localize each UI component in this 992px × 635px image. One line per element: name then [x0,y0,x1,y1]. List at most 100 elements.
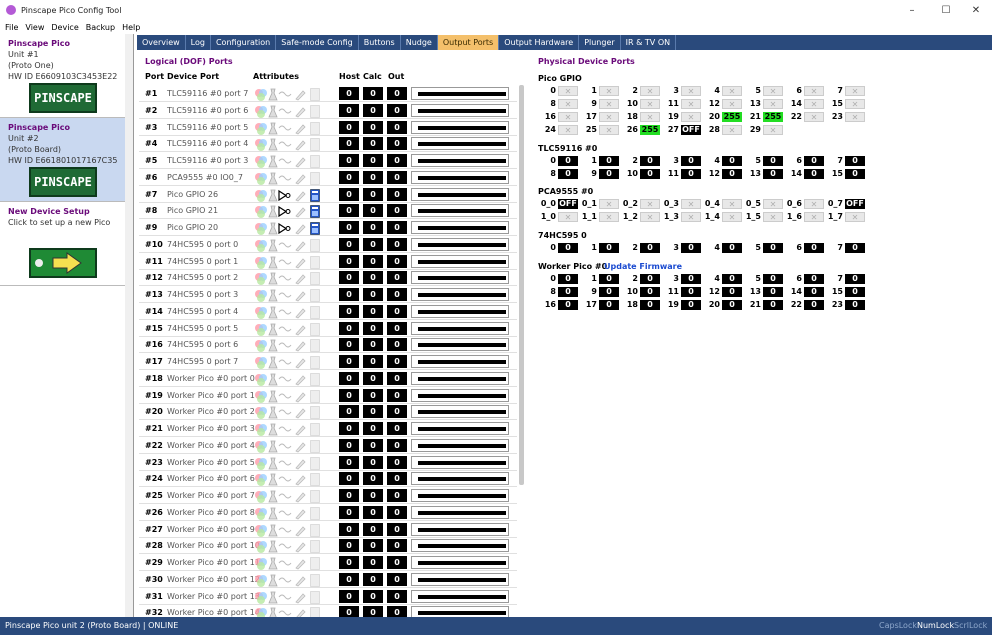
logical-port-row[interactable]: #9 Pico GPIO 20 0 0 0 [139,219,517,236]
close-button[interactable]: ✕ [960,0,992,20]
tab-plunger[interactable]: Plunger [579,35,621,50]
physical-pin[interactable]: 90 [578,287,619,297]
physical-pin[interactable]: 3 ✕ [660,86,701,96]
tab-ir-tv-on[interactable]: IR & TV ON [621,35,677,50]
physical-pin[interactable]: 10 0 [619,287,660,297]
maximize-button[interactable]: ☐ [930,0,962,20]
physical-pin[interactable]: 14 0 [783,287,824,297]
physical-pin[interactable]: 25 ✕ [578,125,619,135]
physical-pin[interactable]: 22 ✕ [783,112,824,122]
menu-help[interactable]: Help [122,23,140,32]
physical-pin[interactable]: 60 [783,243,824,253]
tab-overview[interactable]: Overview [137,35,186,50]
physical-pin[interactable]: 14 ✕ [783,99,824,109]
physical-pin[interactable]: 4 ✕ [701,86,742,96]
menu-file[interactable]: File [5,23,18,32]
physical-pin[interactable]: 30 [660,243,701,253]
physical-pin[interactable]: 1_7 ✕ [824,212,865,222]
physical-pin[interactable]: 00 [537,274,578,284]
physical-pin[interactable]: 0_4 ✕ [701,199,742,209]
menu-backup[interactable]: Backup [86,23,115,32]
physical-pin[interactable]: 20 [619,243,660,253]
physical-pin[interactable]: 0_1 ✕ [578,199,619,209]
physical-pin[interactable]: 40 [701,243,742,253]
physical-pin[interactable]: 15 0 [824,169,865,179]
physical-pin[interactable]: 16 0 [537,300,578,310]
physical-pin[interactable]: 70 [824,274,865,284]
physical-pin[interactable]: 28 ✕ [701,125,742,135]
tab-log[interactable]: Log [186,35,211,50]
menu-device[interactable]: Device [51,23,78,32]
physical-pin[interactable]: 10 [578,274,619,284]
logical-port-row[interactable]: #11 74HC595 0 port 1000 [139,253,517,270]
physical-pin[interactable]: 29 ✕ [742,125,783,135]
physical-pin[interactable]: 1 ✕ [578,86,619,96]
physical-pin[interactable]: 15 ✕ [824,99,865,109]
physical-pin[interactable]: 00 [537,156,578,166]
minimize-button[interactable]: – [896,0,928,20]
menu-view[interactable]: View [25,23,44,32]
physical-pin[interactable]: 1_6 ✕ [783,212,824,222]
physical-pin[interactable]: 40 [701,274,742,284]
physical-pin[interactable]: 1_1 ✕ [578,212,619,222]
logical-port-row[interactable]: #29 Worker Pico #0 port 11 0 0 0 [139,554,517,571]
physical-pin[interactable]: 60 [783,156,824,166]
physical-pin[interactable]: 11 ✕ [660,99,701,109]
device-item-unit2[interactable]: Pinscape Pico Unit #2 (Proto Board) HW I… [0,118,133,202]
physical-pin[interactable]: 80 [537,287,578,297]
physical-pin[interactable]: 40 [701,156,742,166]
physical-pin[interactable]: 0 ✕ [537,86,578,96]
physical-pin[interactable]: 16 ✕ [537,112,578,122]
tab-output-hardware[interactable]: Output Hardware [499,35,580,50]
physical-pin[interactable]: 10 ✕ [619,99,660,109]
physical-pin[interactable]: 18 ✕ [619,112,660,122]
physical-pin[interactable]: 90 [578,169,619,179]
logical-ports-scrollbar[interactable] [519,85,524,485]
physical-pin[interactable]: 18 0 [619,300,660,310]
physical-pin[interactable]: 19 0 [660,300,701,310]
physical-pin[interactable]: 5 ✕ [742,86,783,96]
physical-pin[interactable]: 13 0 [742,169,783,179]
physical-pin[interactable]: 80 [537,169,578,179]
logical-port-row[interactable]: #15 74HC595 0 port 5000 [139,320,517,337]
physical-pin[interactable]: 1_2 ✕ [619,212,660,222]
physical-pin[interactable]: 20 0 [701,300,742,310]
logical-port-row[interactable]: #28 Worker Pico #0 port 10 0 0 0 [139,537,517,555]
physical-pin[interactable]: 0_0 OFF [537,199,578,209]
logical-port-row[interactable]: #10 74HC595 0 port 0000 [139,236,517,253]
physical-pin[interactable]: 11 0 [660,287,701,297]
physical-pin[interactable]: 12 ✕ [701,99,742,109]
logical-port-row[interactable]: #4 TLC59116 #0 port 4000 [139,135,517,153]
physical-pin[interactable]: 10 0 [619,169,660,179]
physical-pin[interactable]: 11 0 [660,169,701,179]
logical-port-row[interactable]: #5 TLC59116 #0 port 3000 [139,152,517,169]
physical-pin[interactable]: 27 OFF [660,125,701,135]
logical-port-row[interactable]: #25 Worker Pico #0 port 7000 [139,487,517,504]
logical-port-row[interactable]: #20 Worker Pico #0 port 2000 [139,403,517,421]
physical-pin[interactable]: 22 0 [783,300,824,310]
physical-pin[interactable]: 20 255 [701,112,742,122]
logical-port-row[interactable]: #2 TLC59116 #0 port 6000 [139,102,517,119]
tab-configuration[interactable]: Configuration [211,35,277,50]
physical-pin[interactable]: 12 0 [701,287,742,297]
physical-pin[interactable]: 6 ✕ [783,86,824,96]
physical-pin[interactable]: 50 [742,274,783,284]
logical-port-row[interactable]: #19 Worker Pico #0 port 1000 [139,387,517,404]
update-firmware-link[interactable]: Update Firmware [604,262,682,271]
logical-port-row[interactable]: #13 74HC595 0 port 3000 [139,286,517,303]
physical-pin[interactable]: 1_4 ✕ [701,212,742,222]
physical-pin[interactable]: 00 [537,243,578,253]
physical-pin[interactable]: 1_3 ✕ [660,212,701,222]
logical-port-row[interactable]: #23 Worker Pico #0 port 5000 [139,454,517,471]
logical-port-row[interactable]: #14 74HC595 0 port 4000 [139,303,517,320]
logical-port-row[interactable]: #26 Worker Pico #0 port 8000 [139,504,517,521]
physical-pin[interactable]: 60 [783,274,824,284]
physical-pin[interactable]: 14 0 [783,169,824,179]
logical-port-row[interactable]: #16 74HC595 0 port 6000 [139,336,517,354]
device-item-new-setup[interactable]: New Device Setup Click to set up a new P… [0,202,133,286]
physical-pin[interactable]: 17 0 [578,300,619,310]
tab-nudge[interactable]: Nudge [401,35,438,50]
physical-pin[interactable]: 0_6 ✕ [783,199,824,209]
device-list-scrollbar[interactable] [125,34,133,617]
physical-pin[interactable]: 30 [660,156,701,166]
